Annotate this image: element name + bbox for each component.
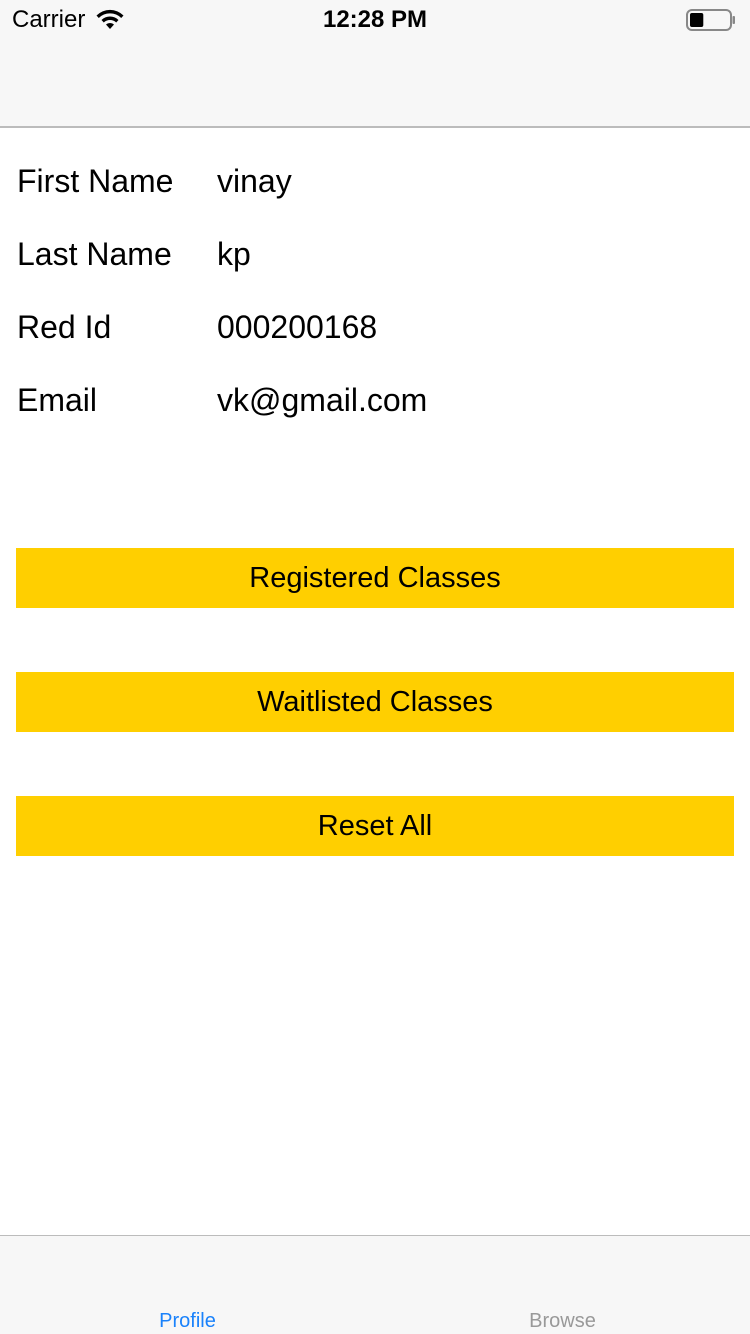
tab-browse[interactable]: Browse <box>375 1236 750 1334</box>
profile-row-email: Email vk@gmail.com <box>0 375 750 425</box>
waitlisted-classes-button[interactable]: Waitlisted Classes <box>16 672 734 732</box>
last-name-label: Last Name <box>17 236 172 272</box>
battery-icon <box>686 9 735 31</box>
reset-all-button[interactable]: Reset All <box>16 796 734 856</box>
registered-classes-button[interactable]: Registered Classes <box>16 548 734 608</box>
email-value: vk@gmail.com <box>217 382 428 418</box>
clock: 12:28 PM <box>322 6 428 33</box>
status-bar: Carrier 12:28 PM <box>0 0 750 40</box>
profile-row-first-name: First Name vinay <box>0 156 750 206</box>
first-name-label: First Name <box>17 163 174 199</box>
last-name-value: kp <box>217 236 251 272</box>
tab-browse-label: Browse <box>529 1310 596 1332</box>
tab-profile-label: Profile <box>159 1310 216 1332</box>
red-id-label: Red Id <box>17 309 112 345</box>
profile-row-last-name: Last Name kp <box>0 229 750 279</box>
profile-screen: Carrier 12:28 PM First Name vinay Last N… <box>0 0 750 1334</box>
email-label: Email <box>17 382 98 418</box>
red-id-value: 000200168 <box>217 309 378 345</box>
profile-row-red-id: Red Id 000200168 <box>0 302 750 352</box>
tab-bar: Profile Browse <box>0 1235 750 1334</box>
tab-profile[interactable]: Profile <box>0 1236 375 1334</box>
first-name-value: vinay <box>217 163 292 199</box>
navigation-bar: Carrier 12:28 PM <box>0 0 750 128</box>
